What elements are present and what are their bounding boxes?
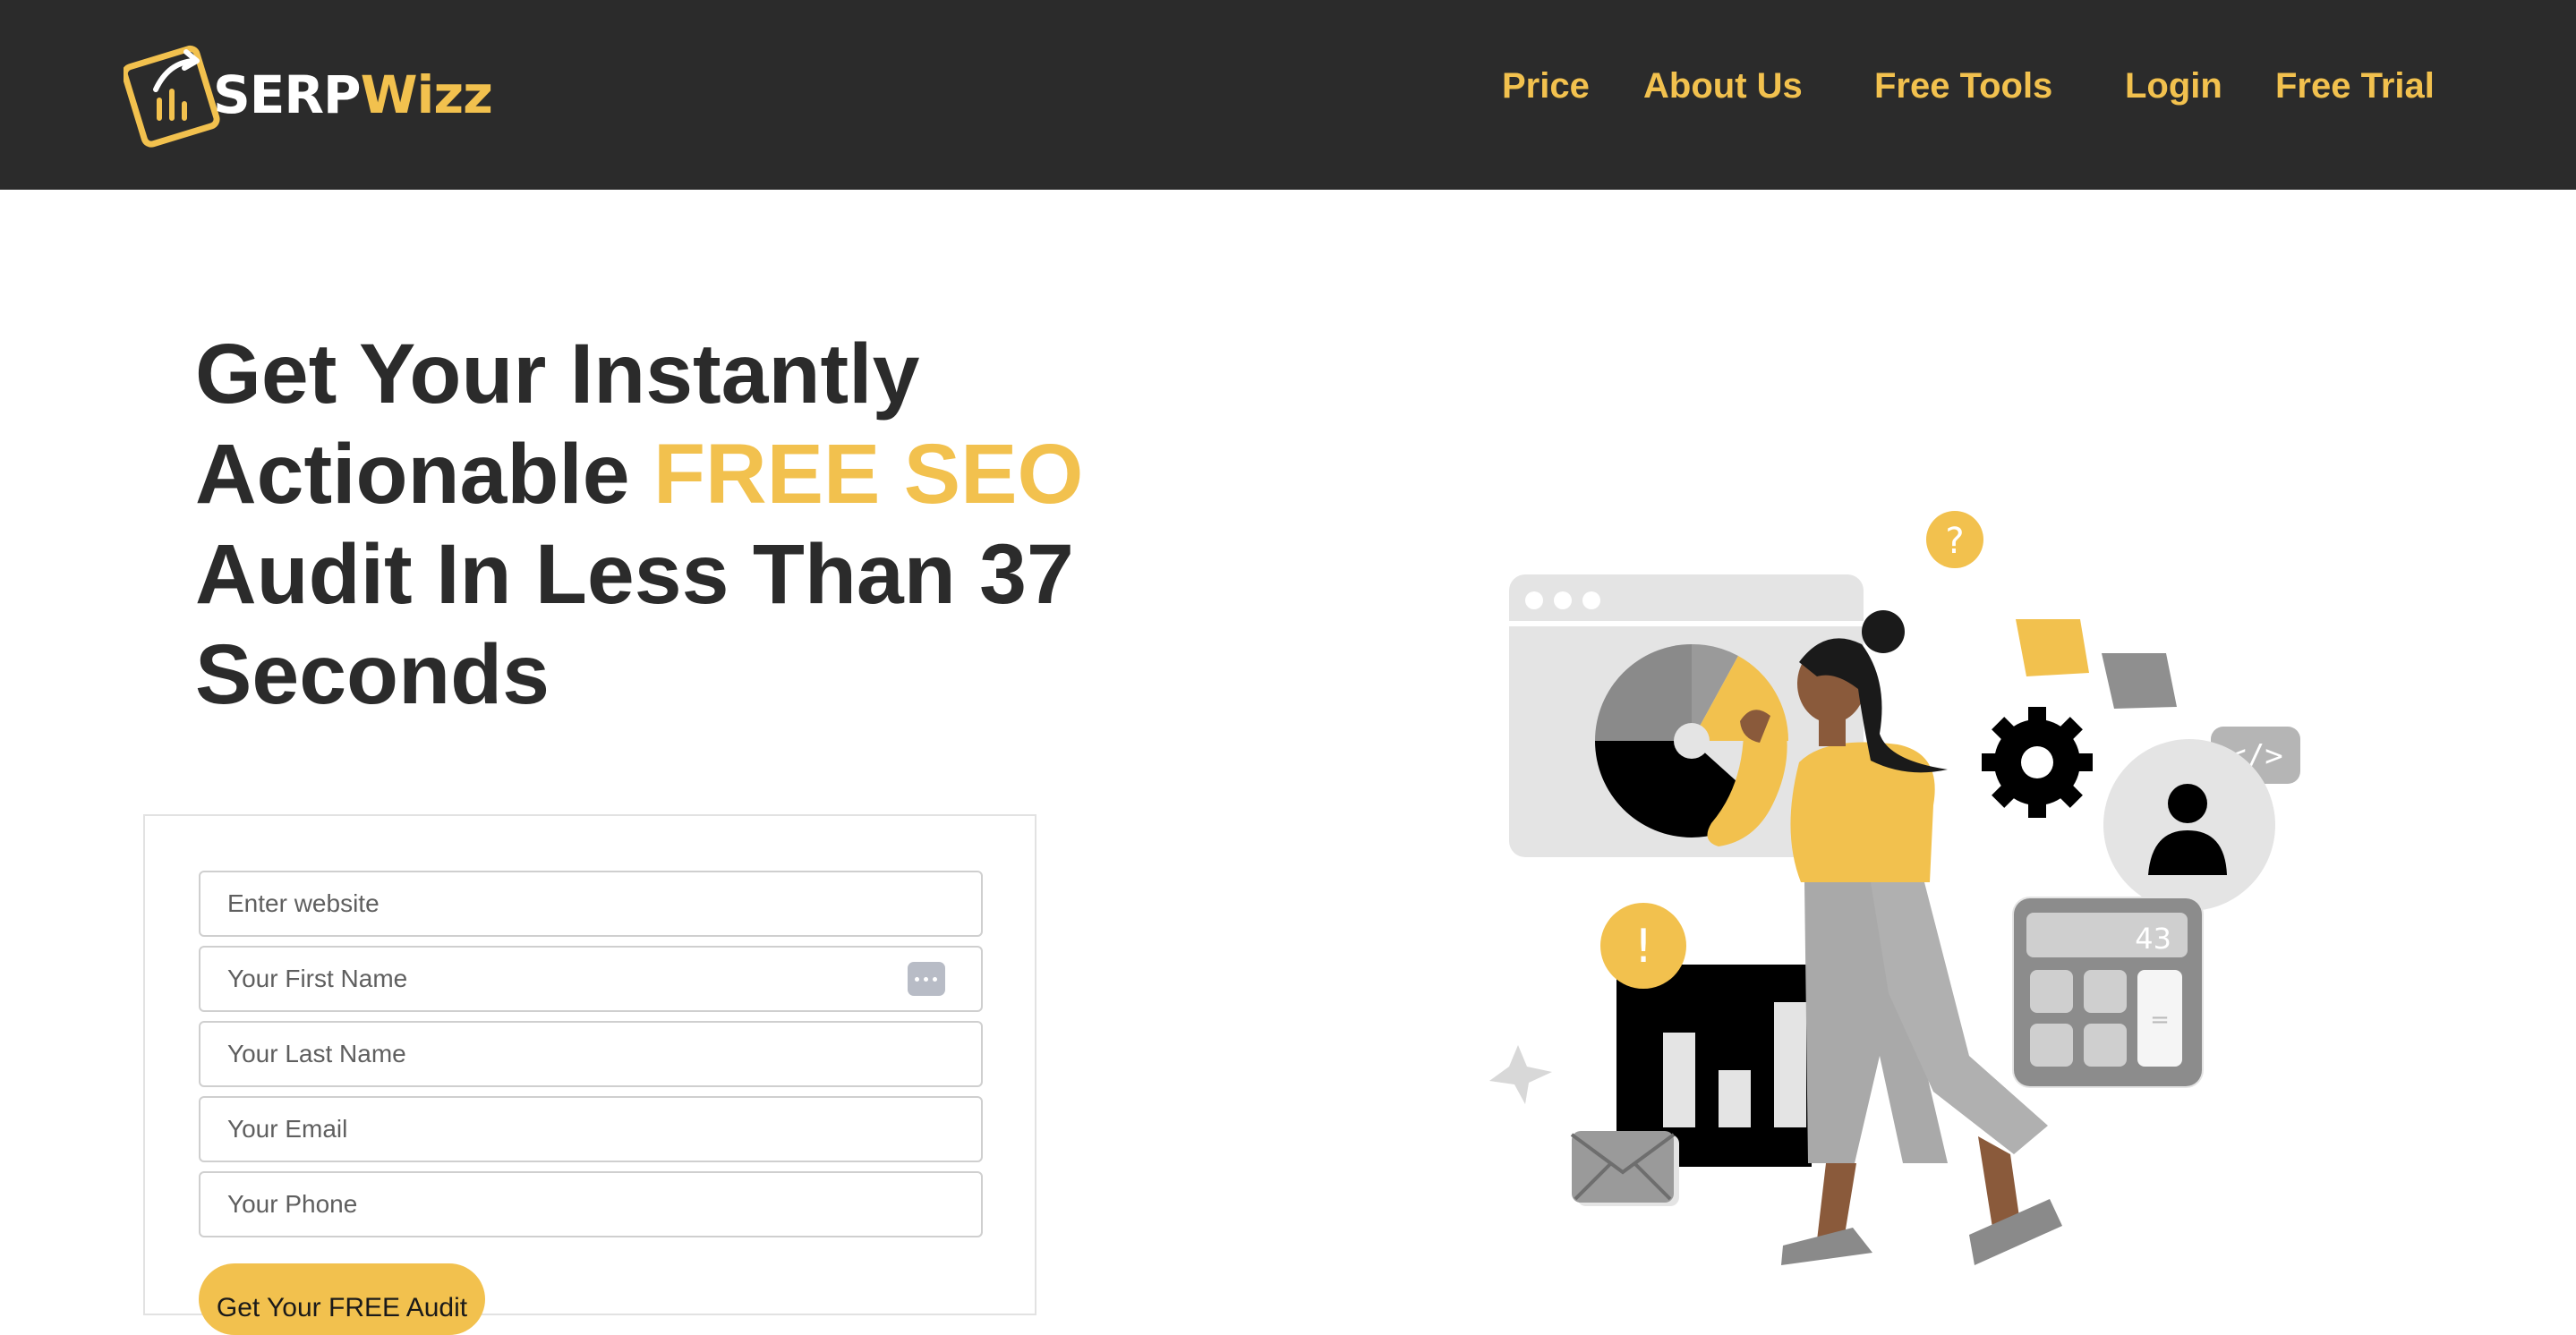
star-icon: [1489, 1045, 1552, 1104]
website-input[interactable]: [199, 871, 983, 937]
serpwizz-logo[interactable]: SERPWizz: [124, 36, 499, 152]
nav-price[interactable]: Price: [1502, 68, 1590, 104]
nav-about-us[interactable]: About Us: [1643, 68, 1803, 104]
logo-wordmark: SERPWizz: [213, 69, 493, 121]
logo-text-wizz: Wizz: [360, 64, 493, 125]
nav-free-trial[interactable]: Free Trial: [2275, 68, 2435, 104]
password-manager-icon[interactable]: [908, 962, 945, 996]
nav-login[interactable]: Login: [2125, 68, 2222, 104]
question-mark: ?: [1945, 521, 1964, 562]
nav-free-tools[interactable]: Free Tools: [1874, 68, 2052, 104]
email-input[interactable]: [199, 1096, 983, 1162]
hero-title-line-2: Actionable: [195, 427, 654, 522]
hero-title-line-3: Audit In Less Than 37: [195, 527, 1074, 622]
top-navigation-bar: SERPWizz Price About Us Free Tools Login…: [0, 0, 2576, 190]
logo-text-serp: SERP: [213, 64, 362, 125]
last-name-input[interactable]: [199, 1021, 983, 1087]
hero-title-highlight: FREE SEO: [653, 427, 1084, 522]
first-name-input[interactable]: [199, 946, 983, 1012]
hero-illustration: ? </> 43 = !: [1468, 501, 2318, 1293]
gear-icon: [1982, 707, 2093, 818]
logo-chart-icon: [124, 45, 220, 148]
hero-title: Get Your Instantly Actionable FREE SEO A…: [195, 324, 1135, 725]
exclamation-mark: !: [1634, 920, 1653, 974]
calculator-display: 43: [2135, 922, 2171, 956]
mail-icon: [1570, 1131, 1679, 1206]
hero-title-line-1: Get Your Instantly: [195, 327, 920, 421]
calculator-equals: =: [2150, 1007, 2170, 1033]
hero-title-line-4: Seconds: [195, 627, 550, 722]
phone-input[interactable]: [199, 1171, 983, 1237]
get-free-audit-button[interactable]: Get Your FREE Audit: [199, 1263, 485, 1335]
